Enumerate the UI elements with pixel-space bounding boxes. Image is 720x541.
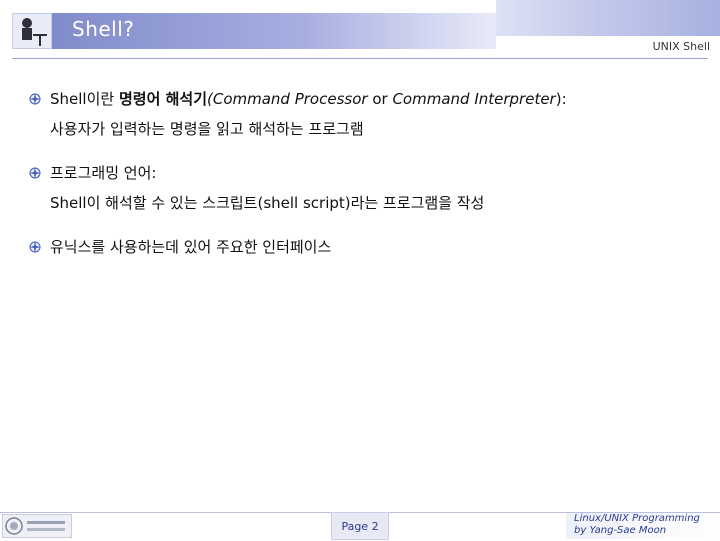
bullet-1: Shell이란 명령어 해석기(Command Processor or Com… xyxy=(28,84,688,144)
bullet-3: 유닉스를 사용하는데 있어 주요한 인터페이스 xyxy=(28,232,688,262)
header-band xyxy=(496,0,720,36)
course-title: Linux/UNIX Programming xyxy=(574,513,700,524)
bullet-2-line-2: Shell이 해석할 수 있는 스크립트(shell script)라는 프로그… xyxy=(50,194,485,212)
header-divider xyxy=(12,58,708,59)
bullet-3-line-1: 유닉스를 사용하는데 있어 주요한 인터페이스 xyxy=(50,238,332,256)
header-label: UNIX Shell xyxy=(652,40,710,53)
bullet-star-icon xyxy=(29,241,41,253)
presenter-logo xyxy=(12,13,52,49)
bullet-2-line-1: 프로그래밍 언어: xyxy=(50,164,157,182)
presenter-icon xyxy=(22,18,47,46)
university-logo xyxy=(2,514,72,538)
bullet-1-text-c: (Command Processor xyxy=(207,90,373,108)
bullet-1-line-2: 사용자가 입력하는 명령을 읽고 해석하는 프로그램 xyxy=(50,120,364,138)
course-credit: Linux/UNIX Programming by Yang-Sae Moon xyxy=(566,513,720,539)
university-emblem-icon xyxy=(5,517,65,535)
bullet-1-text-e: Command Interpreter xyxy=(392,90,556,108)
course-author: by Yang-Sae Moon xyxy=(574,525,667,536)
bullet-star-icon xyxy=(29,167,41,179)
bullet-star-icon xyxy=(29,93,41,105)
bullet-1-text-f: ): xyxy=(555,90,567,108)
page-number: Page 2 xyxy=(331,512,389,540)
bullet-1-text-d: or xyxy=(372,90,393,108)
bullet-2: 프로그래밍 언어: Shell이 해석할 수 있는 스크립트(shell scr… xyxy=(28,158,688,218)
slide-title: Shell? xyxy=(72,17,135,41)
bullet-1-line-1: Shell이란 명령어 해석기(Command Processor or Com… xyxy=(50,84,688,114)
bullet-1-text-b: 명령어 해석기 xyxy=(118,90,207,108)
bullet-1-text-a: Shell이란 xyxy=(50,90,119,108)
